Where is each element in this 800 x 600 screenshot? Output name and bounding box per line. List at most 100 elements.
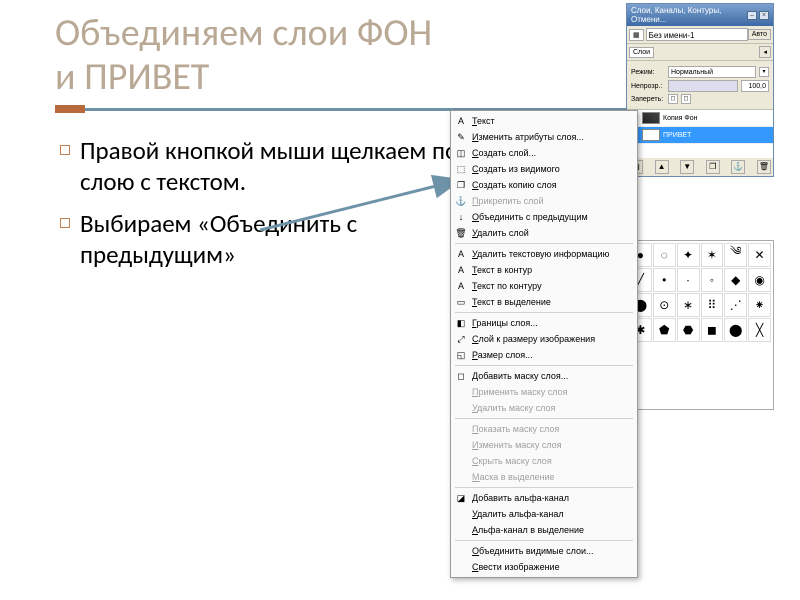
menu-item-icon: ◻ (455, 370, 467, 382)
menu-item[interactable]: ↓Объединить с предыдущим (451, 209, 637, 225)
brush-item[interactable]: ⊙ (653, 293, 676, 317)
menu-item-label: Удалить текстовую информацию (472, 249, 609, 259)
menu-item[interactable]: Альфа-канал в выделение (451, 522, 637, 538)
menu-item[interactable]: A Текст в контур (451, 262, 637, 278)
image-thumb-icon[interactable]: ▦ (629, 29, 644, 41)
bullet-marker-icon (60, 218, 70, 228)
lock-label: Запереть: (631, 96, 665, 103)
menu-item-icon: ◪ (455, 492, 467, 504)
menu-item[interactable]: ⬚Создать из видимого (451, 161, 637, 177)
menu-item: Показать маску слоя (451, 421, 637, 437)
layer-row[interactable]: 👁 A ПРИВЕТ (627, 127, 773, 144)
menu-item-icon: ◱ (455, 349, 467, 361)
anchor-layer-button[interactable]: ⚓ (731, 160, 745, 174)
image-selector[interactable]: Без имени-1 (646, 28, 748, 41)
menu-item[interactable]: ❐Создать копию слоя (451, 177, 637, 193)
menu-item: Изменить маску слоя (451, 437, 637, 453)
brush-item[interactable]: • (653, 268, 676, 292)
layers-panel: Слои, Каналы, Контуры, Отмени... – × ▦ Б… (626, 3, 774, 177)
menu-item[interactable]: ✎Изменить атрибуты слоя... (451, 129, 637, 145)
opacity-value[interactable]: 100,0 (741, 80, 769, 92)
brush-item[interactable]: ⬣ (677, 318, 700, 342)
brush-item[interactable]: ╳ (748, 318, 771, 342)
menu-item[interactable]: ◱Размер слоя... (451, 347, 637, 363)
tab-menu-icon[interactable]: ◂ (759, 46, 771, 58)
image-selector-row: ▦ Без имени-1 Авто (627, 26, 773, 44)
menu-item[interactable]: Свести изображение (451, 559, 637, 575)
brush-item[interactable]: ◼ (701, 318, 724, 342)
bullet-list: Правой кнопкой мыши щелкаем по слою с те… (60, 135, 460, 280)
brush-item[interactable]: ◦ (701, 268, 724, 292)
menu-item-label: Текст в контур (472, 265, 532, 275)
brush-item[interactable]: ⁕ (748, 293, 771, 317)
menu-item-label: Текст по контуру (472, 281, 542, 291)
menu-item-icon (455, 471, 467, 483)
menu-item[interactable]: AУдалить текстовую информацию (451, 246, 637, 262)
layer-row[interactable]: 👁 Копия Фон (627, 110, 773, 127)
menu-item-label: Текст в выделение (472, 297, 551, 307)
menu-item-label: Создать слой... (472, 148, 536, 158)
menu-item[interactable]: AТекст по контуру (451, 278, 637, 294)
menu-item-label: Показать маску слоя (472, 424, 559, 434)
menu-item-icon (455, 508, 467, 520)
brush-item[interactable]: ◉ (748, 268, 771, 292)
menu-item: Скрыть маску слоя (451, 453, 637, 469)
menu-item-icon: ⤢ (455, 333, 467, 345)
auto-button[interactable]: Авто (748, 29, 771, 40)
menu-item-icon: ◫ (455, 147, 467, 159)
delete-layer-button[interactable]: 🗑 (757, 160, 771, 174)
menu-item-label: Добавить маску слоя... (472, 371, 568, 381)
menu-item[interactable]: ◻ Добавить маску слоя... (451, 368, 637, 384)
menu-item[interactable]: ▭Текст в выделение (451, 294, 637, 310)
opacity-slider[interactable] (668, 80, 738, 92)
layer-thumb-icon (642, 112, 660, 124)
lower-layer-button[interactable]: ▼ (680, 160, 694, 174)
mode-select[interactable]: Нормальный (668, 66, 756, 78)
lock-alpha-icon[interactable]: ◻ (681, 94, 691, 104)
brush-item[interactable]: ◆ (724, 268, 747, 292)
menu-separator (455, 312, 633, 313)
brush-item[interactable]: ∙ (677, 268, 700, 292)
brushes-palette[interactable]: ● ◌ ✦ ✶ ༄ ✕ ╱ • ∙ ◦ ◆ ◉ ⬤ ⊙ ∗ ⠿ ⋰ ⁕ ✱ ⬟ … (626, 240, 774, 410)
brush-item[interactable]: ⋰ (724, 293, 747, 317)
brush-item[interactable]: ༄ (724, 243, 747, 267)
brush-item[interactable]: ✶ (701, 243, 724, 267)
menu-item-label: Прикрепить слой (472, 196, 544, 206)
layer-name: ПРИВЕТ (663, 132, 691, 139)
menu-item[interactable]: 🗑Удалить слой (451, 225, 637, 241)
minimize-icon[interactable]: – (747, 11, 757, 20)
menu-item-label: Текст (472, 116, 495, 126)
lock-pixels-icon[interactable]: ◻ (668, 94, 678, 104)
menu-item-label: Удалить альфа-канал (472, 509, 564, 519)
menu-item[interactable]: ◧Границы слоя... (451, 315, 637, 331)
menu-item-label: Границы слоя... (472, 318, 538, 328)
menu-item-icon: A (455, 264, 467, 276)
menu-item[interactable]: ◪ Добавить альфа-канал (451, 490, 637, 506)
dock-tabs: Слои ◂ (627, 44, 773, 61)
tab-layers[interactable]: Слои (629, 47, 654, 58)
menu-item-icon (455, 439, 467, 451)
panel-titlebar[interactable]: Слои, Каналы, Контуры, Отмени... – × (627, 4, 773, 26)
brush-item[interactable]: ⬟ (653, 318, 676, 342)
brush-item[interactable]: ◌ (653, 243, 676, 267)
raise-layer-button[interactable]: ▲ (655, 160, 669, 174)
brush-item[interactable]: ∗ (677, 293, 700, 317)
layer-props: Режим: Нормальный ▾ Непрозр.: 100,0 Запе… (627, 61, 773, 110)
close-icon[interactable]: × (759, 11, 769, 20)
menu-item[interactable]: Объединить видимые слои... (451, 543, 637, 559)
brush-item[interactable]: ⠿ (701, 293, 724, 317)
brush-item[interactable]: ✦ (677, 243, 700, 267)
duplicate-layer-button[interactable]: ❐ (706, 160, 720, 174)
brush-item[interactable]: ✕ (748, 243, 771, 267)
menu-item: Удалить маску слоя (451, 400, 637, 416)
menu-item[interactable]: Удалить альфа-канал (451, 506, 637, 522)
menu-item[interactable]: ⤢Слой к размеру изображения (451, 331, 637, 347)
menu-item[interactable]: AТекст (451, 113, 637, 129)
menu-item-icon (455, 524, 467, 536)
bullet-text: Правой кнопкой мыши щелкаем по слою с те… (80, 135, 460, 198)
menu-separator (455, 418, 633, 419)
menu-item[interactable]: ◫ Создать слой... (451, 145, 637, 161)
keep-trans-icon[interactable]: ▾ (759, 67, 769, 77)
menu-item-label: Добавить альфа-канал (472, 493, 569, 503)
brush-item[interactable]: ⬤ (724, 318, 747, 342)
